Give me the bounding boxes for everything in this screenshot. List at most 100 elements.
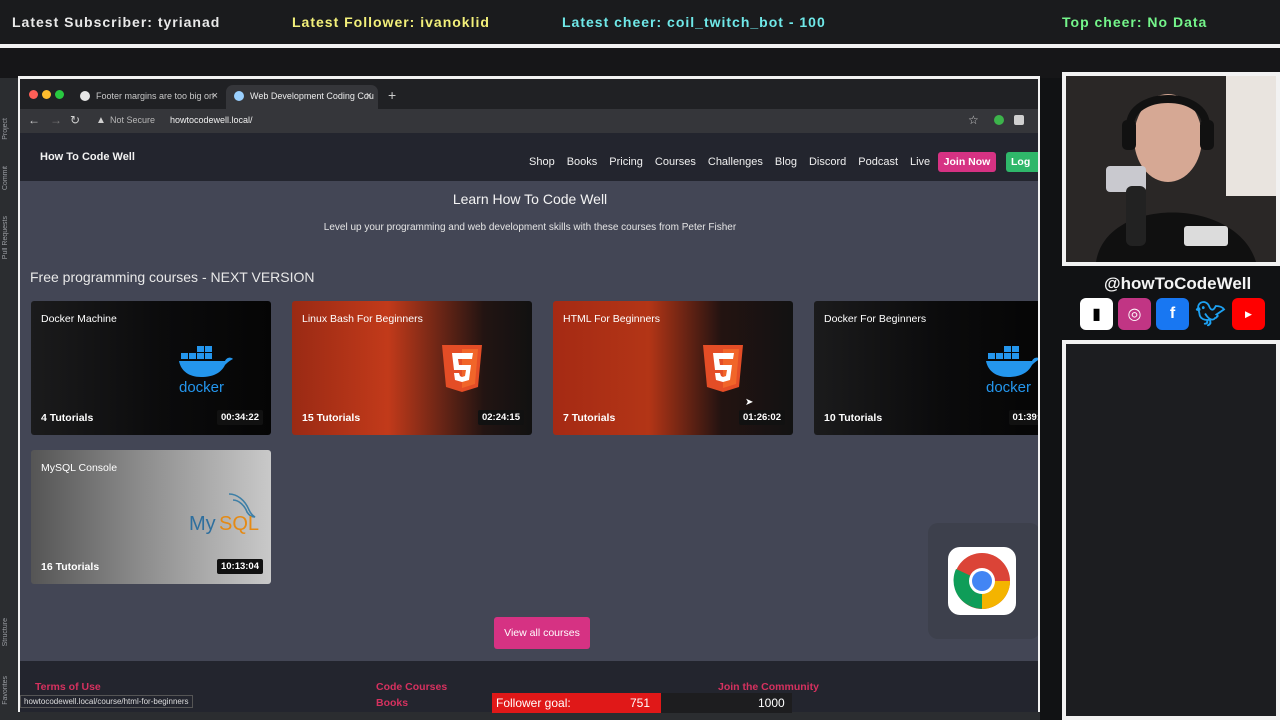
tab-bar: Footer margins are too big on × Web Deve… bbox=[20, 79, 1038, 109]
close-icon[interactable]: × bbox=[366, 90, 372, 102]
bookmark-star-icon[interactable]: ☆ bbox=[968, 113, 979, 127]
course-duration: 10:13:04 bbox=[216, 559, 263, 574]
streamer-silhouette-icon bbox=[1066, 76, 1276, 262]
close-window-icon[interactable] bbox=[29, 90, 38, 99]
close-icon[interactable]: × bbox=[212, 90, 218, 102]
svg-text:My: My bbox=[189, 513, 216, 535]
course-duration: 00:34:22 bbox=[216, 410, 263, 425]
follower-goal-bar: Follower goal: 751 1000 bbox=[492, 693, 792, 713]
nav-books[interactable]: Books bbox=[567, 156, 598, 168]
instagram-icon: ◎ bbox=[1118, 298, 1151, 330]
tutorial-count: 10 Tutorials bbox=[824, 412, 883, 424]
mysql-logo-icon: My SQL bbox=[189, 493, 259, 535]
streamer-handle: @howToCodeWell bbox=[1104, 274, 1252, 293]
mouse-cursor-icon: ➤ bbox=[745, 397, 754, 408]
ide-tab-pull-requests[interactable]: Pull Requests bbox=[2, 216, 9, 259]
course-card-docker-machine[interactable]: Docker Machine docker 4 Tutorials 00:34:… bbox=[31, 301, 271, 435]
maximize-window-icon[interactable] bbox=[55, 90, 64, 99]
nav-blog[interactable]: Blog bbox=[775, 156, 797, 168]
nav-podcast[interactable]: Podcast bbox=[858, 156, 898, 168]
course-duration: 02:24:15 bbox=[477, 410, 524, 425]
nav-pricing[interactable]: Pricing bbox=[609, 156, 643, 168]
nav-discord[interactable]: Discord bbox=[809, 156, 846, 168]
nav-challenges[interactable]: Challenges bbox=[708, 156, 763, 168]
course-card-docker-beginners[interactable]: Docker For Beginners docker 10 Tutorials… bbox=[814, 301, 1038, 435]
tab-label: Web Development Coding Cou bbox=[250, 91, 374, 101]
ide-tab-favorites[interactable]: Favorites bbox=[2, 676, 9, 705]
svg-text:docker: docker bbox=[986, 379, 1031, 395]
minimize-window-icon[interactable] bbox=[42, 90, 51, 99]
section-title: Free programming courses - NEXT VERSION bbox=[30, 269, 315, 285]
html5-logo-icon bbox=[442, 345, 482, 392]
stream-overlay-bar: Latest Subscriber: tyrianad Latest Follo… bbox=[0, 0, 1280, 46]
editor-status-strip bbox=[18, 712, 1040, 720]
github-icon bbox=[80, 91, 90, 101]
site-menu: Shop Books Pricing Courses Challenges Bl… bbox=[529, 156, 930, 168]
course-title: Docker For Beginners bbox=[824, 313, 927, 325]
view-all-courses-button[interactable]: View all courses bbox=[494, 617, 590, 649]
ide-side-toolbar: Project Commit Pull Requests Structure F… bbox=[0, 78, 18, 720]
site-header: How To Code Well Shop Books Pricing Cour… bbox=[20, 133, 1038, 181]
tab-github[interactable]: Footer margins are too big on × bbox=[72, 85, 224, 109]
tutorial-count: 4 Tutorials bbox=[41, 412, 94, 424]
link-preview-status: howtocodewell.local/course/html-for-begi… bbox=[20, 695, 193, 708]
goal-label: Follower goal: bbox=[496, 696, 571, 710]
youtube-icon: ▶ bbox=[1232, 298, 1265, 330]
chrome-icon[interactable] bbox=[948, 547, 1016, 615]
twitter-icon: 🐦︎ bbox=[1195, 300, 1226, 328]
forward-icon[interactable]: → bbox=[50, 113, 62, 127]
nav-courses[interactable]: Courses bbox=[655, 156, 696, 168]
reload-icon[interactable]: ↻ bbox=[70, 113, 80, 127]
docker-logo-icon: docker bbox=[179, 346, 233, 395]
course-title: Linux Bash For Beginners bbox=[302, 313, 423, 325]
new-tab-icon[interactable]: + bbox=[388, 87, 396, 103]
ide-tab-structure[interactable]: Structure bbox=[2, 618, 9, 646]
hero-subtitle: Level up your programming and web develo… bbox=[323, 222, 737, 233]
latest-follower: Latest Follower: ivanoklid bbox=[292, 14, 490, 30]
course-card-linux-bash[interactable]: Linux Bash For Beginners 15 Tutorials 02… bbox=[292, 301, 532, 435]
course-title: MySQL Console bbox=[41, 462, 118, 474]
course-title: HTML For Beginners bbox=[563, 313, 661, 325]
svg-text:docker: docker bbox=[179, 379, 224, 395]
svg-text:SQL: SQL bbox=[219, 513, 259, 535]
course-duration: 01:39: bbox=[1008, 410, 1038, 425]
site-logo[interactable]: How To Code Well bbox=[40, 151, 135, 163]
ide-tab-commit[interactable]: Commit bbox=[2, 166, 9, 190]
latest-subscriber: Latest Subscriber: tyrianad bbox=[12, 14, 221, 30]
twitch-icon: ▮ bbox=[1080, 298, 1113, 330]
ide-tab-project[interactable]: Project bbox=[2, 118, 9, 140]
url-input[interactable]: howtocodewell.local/ bbox=[170, 115, 253, 125]
tab-hcw[interactable]: Web Development Coding Cou × bbox=[226, 85, 378, 109]
globe-icon bbox=[234, 91, 244, 101]
course-card-mysql-console[interactable]: MySQL Console My SQL 16 Tutorials 10:13:… bbox=[31, 450, 271, 584]
nav-shop[interactable]: Shop bbox=[529, 156, 555, 168]
warning-icon[interactable]: ▲ bbox=[96, 115, 106, 126]
footer-heading-courses: Code Courses bbox=[376, 681, 448, 693]
chat-panel bbox=[1062, 340, 1280, 720]
goal-target: 1000 bbox=[758, 696, 785, 710]
login-button[interactable]: Log bbox=[1006, 152, 1038, 172]
course-title: Docker Machine bbox=[41, 313, 117, 325]
nav-live[interactable]: Live bbox=[910, 156, 930, 168]
course-card-html-beginners[interactable]: HTML For Beginners ➤ 7 Tutorials 01:26:0… bbox=[553, 301, 793, 435]
footer-heading-community: Join the Community bbox=[718, 681, 819, 693]
extension-icon[interactable] bbox=[994, 115, 1004, 125]
course-duration: 01:26:02 bbox=[738, 410, 785, 425]
back-icon[interactable]: ← bbox=[28, 113, 40, 127]
browser-window: Footer margins are too big on × Web Deve… bbox=[18, 76, 1040, 720]
facebook-icon: f bbox=[1156, 298, 1189, 330]
social-icons: ▮ ◎ f 🐦︎ ▶ bbox=[1080, 298, 1265, 330]
books-link[interactable]: Books bbox=[376, 697, 408, 709]
docker-logo-icon: docker bbox=[986, 346, 1038, 395]
goal-current: 751 bbox=[630, 696, 651, 710]
terms-link[interactable]: Terms of Use bbox=[35, 681, 101, 693]
tutorial-count: 15 Tutorials bbox=[302, 412, 361, 424]
hero-title: Learn How To Code Well bbox=[452, 191, 608, 207]
security-label[interactable]: Not Secure bbox=[110, 115, 155, 125]
top-cheer: Top cheer: No Data bbox=[1062, 14, 1208, 30]
chrome-dock-popup bbox=[928, 523, 1038, 639]
webcam-feed bbox=[1062, 72, 1280, 266]
puzzle-icon[interactable] bbox=[1014, 115, 1024, 125]
tutorial-count: 7 Tutorials bbox=[563, 412, 616, 424]
join-now-button[interactable]: Join Now bbox=[938, 152, 996, 172]
